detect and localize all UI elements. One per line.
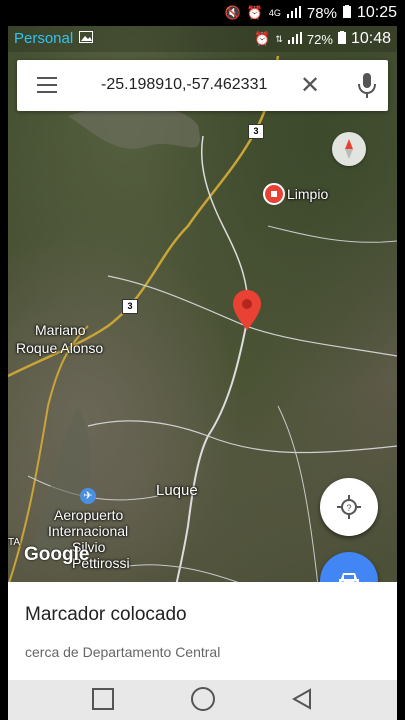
- back-button[interactable]: [291, 688, 312, 715]
- inner-status-bar: Personal ⏰ ⇅ 72% 10:48: [8, 26, 397, 52]
- route-3-shield-top: 3: [248, 124, 264, 139]
- recent-apps-button[interactable]: [92, 688, 114, 710]
- battery-percent: 72%: [306, 31, 333, 47]
- google-logo: Google: [24, 544, 90, 565]
- map-label-airport-1: Aeropuerto: [54, 507, 124, 523]
- inner-status-icons: ⏰ ⇅ 72% 10:48: [254, 30, 391, 48]
- map-label-mariano: Mariano: [35, 322, 86, 338]
- signal-icon: [287, 31, 302, 48]
- alarm-icon: ⏰: [254, 31, 271, 46]
- mute-icon: 🔇: [224, 5, 241, 20]
- home-button[interactable]: [191, 687, 215, 711]
- route-3-shield-mid: 3: [122, 299, 138, 314]
- android-nav-bar: [8, 680, 397, 720]
- signal-icon: [286, 5, 301, 22]
- carrier-area: Personal: [14, 30, 94, 47]
- outer-status-icons: 🔇 ⏰ 4G 78% 10:25: [225, 4, 397, 22]
- battery-icon: [342, 4, 351, 22]
- limpio-marker-icon[interactable]: [263, 183, 285, 205]
- svg-text:?: ?: [346, 503, 351, 513]
- search-query[interactable]: -25.198910,-57.462331: [101, 76, 267, 94]
- alarm-icon: ⏰: [246, 5, 263, 20]
- bottom-sheet[interactable]: Marcador colocado cerca de Departamento …: [8, 582, 397, 680]
- map-label-airport-2: Internacional: [48, 523, 129, 539]
- data-indicator-icon: ⇅: [275, 33, 283, 44]
- clock: 10:48: [350, 30, 391, 47]
- map-label-roque-alonso: Roque Alonso: [16, 340, 104, 356]
- sheet-subtitle: cerca de Departamento Central: [25, 644, 221, 660]
- menu-icon[interactable]: [37, 77, 57, 93]
- outer-status-bar: 🔇 ⏰ 4G 78% 10:25: [0, 0, 405, 26]
- my-location-button[interactable]: ?: [320, 478, 378, 536]
- map-label-ta: TA: [8, 537, 21, 548]
- map-label-limpio: Limpio: [287, 186, 329, 202]
- sheet-title: Marcador colocado: [25, 604, 187, 625]
- app-frame: 3 3 Limpio Mariano Roque Alonso Luque ✈ …: [8, 26, 397, 680]
- network-type: 4G: [268, 8, 281, 18]
- clock: 10:25: [356, 4, 397, 21]
- battery-percent: 78%: [306, 4, 337, 22]
- location-pin-icon[interactable]: [233, 290, 261, 335]
- image-notification-icon: [79, 30, 94, 47]
- carrier-name: Personal: [14, 30, 74, 47]
- location-target-icon: ?: [337, 495, 361, 524]
- airport-icon[interactable]: ✈: [80, 488, 96, 504]
- microphone-icon[interactable]: [357, 73, 377, 99]
- close-icon[interactable]: ✕: [300, 71, 320, 100]
- battery-icon: [337, 30, 346, 48]
- search-bar[interactable]: -25.198910,-57.462331 ✕: [17, 60, 388, 111]
- map-label-luque: Luque: [156, 482, 198, 499]
- compass-icon[interactable]: [332, 132, 366, 166]
